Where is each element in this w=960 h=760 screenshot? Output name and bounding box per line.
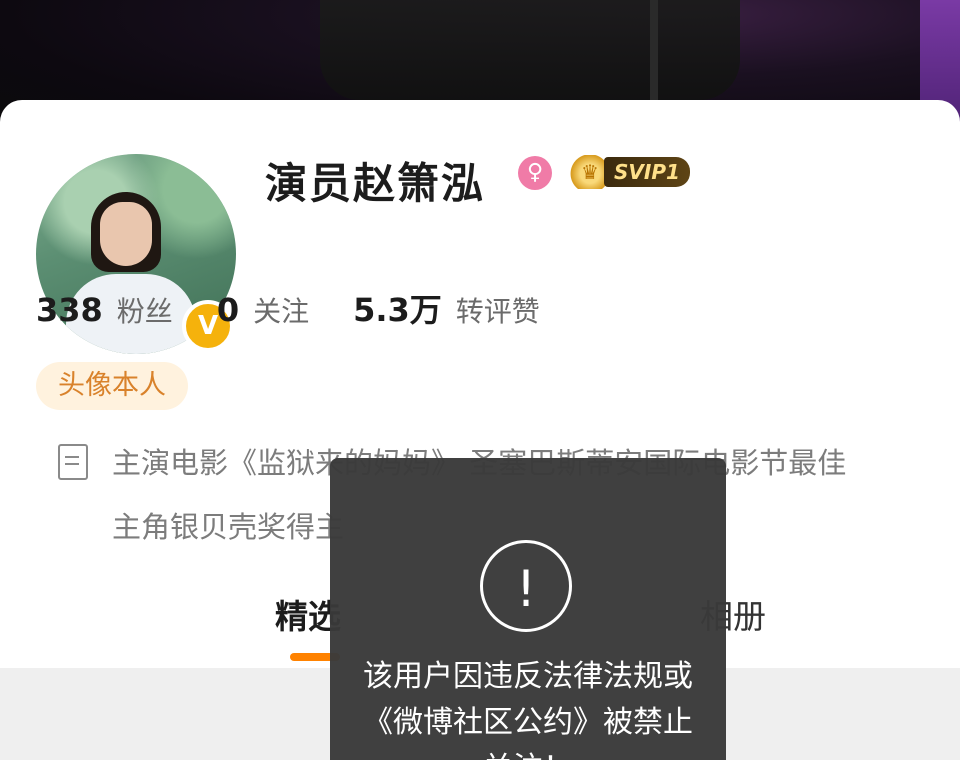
stat-following[interactable]: 0 关注 (217, 290, 309, 330)
profile-name: 演员赵箫泓 (265, 159, 486, 208)
stat-followers[interactable]: 338 粉丝 (36, 290, 173, 330)
cover-figure (320, 0, 740, 100)
svip-badge[interactable]: ♛ SVIP1 (570, 155, 690, 189)
stat-label: 转评赞 (455, 295, 540, 328)
bio-text-line2: 主角银贝壳奖得主 (112, 510, 345, 544)
cover-microphone (650, 0, 658, 100)
stat-label: 关注 (253, 295, 310, 328)
stat-interactions[interactable]: 5.3万 转评赞 (353, 285, 540, 331)
stat-value: 5.3万 (353, 291, 442, 329)
toast-dialog: ! 该用户因违反法律法规或《微博社区公约》被禁止关注！ (330, 458, 726, 760)
stat-value: 0 (216, 291, 240, 329)
svip-label: SVIP1 (604, 157, 690, 187)
stat-value: 338 (36, 291, 103, 329)
stats-row: 338 粉丝 0 关注 5.3万 转评赞 (36, 285, 584, 331)
profile-tag[interactable]: 头像本人 (36, 362, 188, 410)
stat-label: 粉丝 (116, 295, 173, 328)
toast-message: 该用户因违反法律法规或《微博社区公约》被禁止关注！ (363, 659, 693, 760)
profile-page: V 演员赵箫泓 ♀ ♛ SVIP1 338 粉丝 0 关注 5.3万 转评赞 头… (0, 0, 960, 760)
document-icon (58, 444, 88, 480)
exclamation-icon: ! (480, 540, 572, 632)
female-icon: ♀ (518, 156, 552, 190)
